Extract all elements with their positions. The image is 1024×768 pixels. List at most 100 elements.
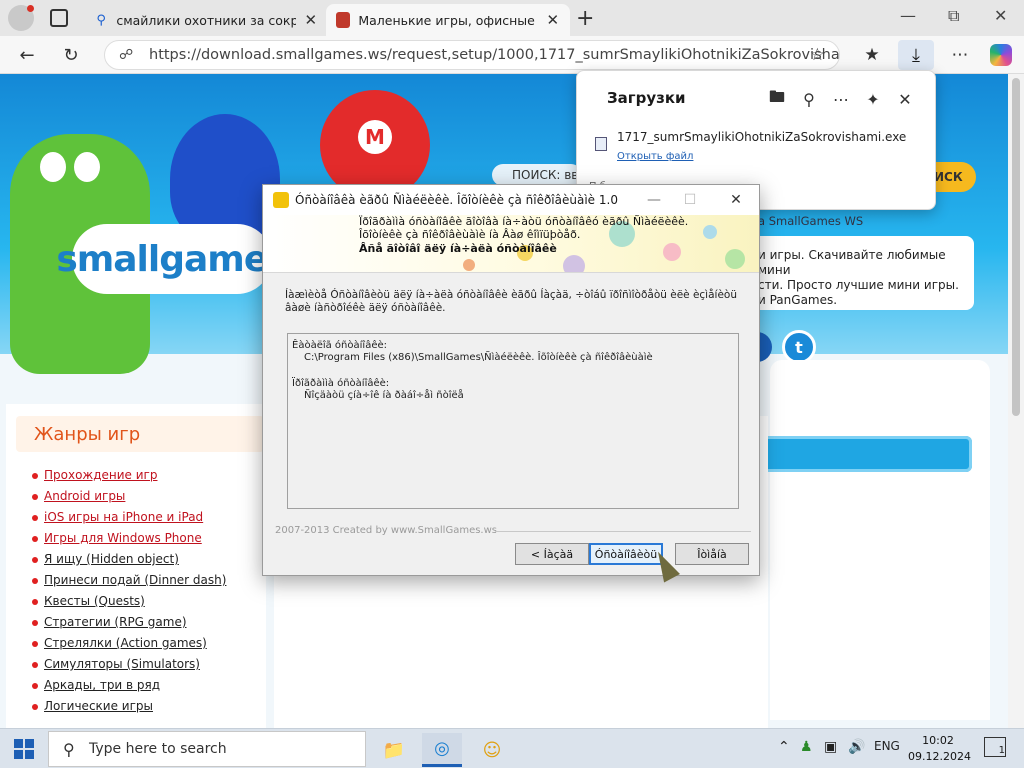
genres-heading: Жанры игр (16, 416, 264, 452)
info-line: и игры. Скачивайте любимые мини (758, 248, 946, 277)
edge-browser-icon[interactable]: ◎ (422, 733, 462, 767)
more-icon[interactable]: ⋯ (831, 89, 851, 109)
tab-title: Маленькие игры, офисные игры (358, 12, 537, 28)
cancel-button[interactable]: Îòìåíà (675, 543, 749, 565)
downloads-title: Загрузки (607, 89, 686, 107)
genre-link[interactable]: Квесты (Quests) (30, 594, 226, 615)
address-toolbar: ← ↻ ☍ https://download.smallgames.ws/req… (0, 36, 1024, 74)
tasks-label: Ïðîãðàììà óñòàíîâêè: (292, 378, 390, 389)
install-folder-value: C:\Program Files (x86)\SmallGames\Ñìàéëè… (304, 352, 653, 363)
site-name-text: а SmallGames WS (758, 214, 864, 228)
download-file-name[interactable]: 1717_sumrSmaylikiOhotnikiZaSokrovishami.… (617, 130, 906, 144)
site-favicon-icon (336, 12, 351, 28)
installer-dialog: Óñòàíîâêà èãðû Ñìàéëèêè. Îõîòíèêè çà ñîê… (262, 184, 760, 576)
genre-link[interactable]: Принеси подай (Dinner dash) (30, 573, 226, 594)
chevron-up-icon[interactable]: ⌃ (778, 739, 790, 755)
tab-title: смайлики охотники за сокровища (116, 12, 296, 28)
genre-link[interactable]: Симуляторы (Simulators) (30, 657, 226, 678)
genre-link[interactable]: Я ищу (Hidden object) (30, 552, 226, 573)
search-icon: ⚲ (96, 12, 106, 28)
language-indicator[interactable]: ENG (874, 739, 900, 753)
back-button[interactable]: < Íàçàä (515, 543, 589, 565)
file-icon (595, 137, 607, 151)
close-window-icon[interactable]: ✕ (994, 6, 1007, 25)
header-line: Ïðîãðàììà óñòàíîâêè ãîòîâà íà÷àòü óñòàíî… (359, 215, 689, 228)
tasks-value: Ñîçäàòü çíà÷îê íà ðàáî÷åì ñòîëå (304, 390, 464, 401)
taskbar-search[interactable]: ⚲ Type here to search (48, 731, 366, 767)
clock-time: 10:02 (922, 734, 954, 747)
file-explorer-icon[interactable]: 📁 (374, 733, 414, 767)
dialog-titlebar[interactable]: Óñòàíîâêà èãðû Ñìàéëèêè. Îõîòíèêè çà ñîê… (263, 185, 759, 215)
site-description: и игры. Скачивайте любимые мини сти. Про… (752, 236, 974, 310)
tab-actions-icon[interactable] (50, 9, 68, 27)
network-icon[interactable]: ▣ (824, 739, 837, 755)
genre-link[interactable]: Прохождение игр (30, 468, 226, 489)
back-icon[interactable]: ← (16, 44, 38, 66)
genre-link[interactable]: Аркады, три в ряд (30, 678, 226, 699)
refresh-icon[interactable]: ↻ (60, 44, 82, 66)
site-logo[interactable]: smallgames (56, 224, 289, 294)
new-tab-icon[interactable]: + (576, 6, 594, 31)
favorites-icon[interactable]: ★ (860, 44, 884, 66)
genre-link[interactable]: Стрелялки (Action games) (30, 636, 226, 657)
site-info-icon[interactable]: ☍ (119, 47, 133, 63)
tab-search[interactable]: ⚲ смайлики охотники за сокровища ✕ (84, 4, 328, 36)
start-button[interactable] (14, 739, 34, 759)
installer-taskbar-icon[interactable]: ☺ (472, 733, 512, 767)
open-file-link[interactable]: Открыть файл (617, 151, 693, 162)
header-line: Îõîòíèêè çà ñîêðîâèùàìè íà Âàø êîìïüþòåð… (359, 228, 581, 241)
downloads-button[interactable]: ⤓ (898, 40, 934, 70)
maximize-icon: ☐ (683, 192, 697, 208)
pin-icon[interactable]: ✦ (863, 89, 883, 109)
scrollbar-thumb[interactable] (1012, 78, 1020, 416)
taskbar: ⚲ Type here to search 📁 ◎ ☺ ⌃ ♟ ▣ 🔊 ENG … (0, 728, 1024, 768)
profile-avatar[interactable] (8, 5, 34, 31)
notification-icon[interactable]: 1 (984, 737, 1006, 757)
wizard-footer: 2007-2013 Created by www.SmallGames.ws (275, 525, 498, 536)
download-icon: ⤓ (912, 44, 920, 66)
search-icon[interactable]: ⚲ (799, 89, 819, 109)
restore-icon[interactable]: ⧉ (948, 6, 959, 26)
tab-strip: ⚲ смайлики охотники за сокровища ✕ Мален… (0, 0, 1024, 36)
genre-list: Прохождение игр Android игры iOS игры на… (30, 468, 226, 720)
blue-banner (750, 436, 972, 472)
info-line: сти. Просто лучшие мини игры. (758, 278, 959, 292)
minimize-icon[interactable]: — (643, 189, 665, 211)
summary-memo[interactable]: Êàòàëîã óñòàíîâêè: C:\Program Files (x86… (287, 333, 739, 509)
install-folder-label: Êàòàëîã óñòàíîâêè: (292, 340, 387, 351)
right-panel (770, 360, 990, 720)
close-tab-icon[interactable]: ✕ (546, 11, 560, 29)
address-bar[interactable]: ☍ https://download.smallgames.ws/request… (104, 40, 840, 70)
folder-icon[interactable]: 🖿 (767, 87, 787, 109)
copilot-icon[interactable] (990, 44, 1012, 66)
url-text: https://download.smallgames.ws/request,s… (149, 47, 840, 63)
page-scrollbar[interactable] (1008, 74, 1024, 728)
search-icon: ⚲ (63, 740, 75, 759)
volume-icon[interactable]: 🔊 (848, 739, 865, 755)
close-icon[interactable]: ✕ (725, 189, 747, 211)
more-menu-icon[interactable]: ⋯ (948, 44, 972, 66)
header-heading: Âñå ãîòîâî äëÿ íà÷àëà óñòàíîâêè (359, 242, 557, 255)
wizard-header: Ïðîãðàììà óñòàíîâêè ãîòîâà íà÷àòü óñòàíî… (263, 215, 759, 273)
tab-smallgames[interactable]: Маленькие игры, офисные игры ✕ (326, 4, 570, 36)
twitter-icon[interactable]: t (782, 330, 816, 364)
info-line: и PanGames. (758, 293, 838, 307)
favorite-star-icon[interactable]: ☆ (810, 45, 825, 65)
close-icon[interactable]: ✕ (895, 89, 915, 109)
search-input[interactable]: ПОИСК: вв (492, 164, 582, 186)
clock[interactable]: 10:02 09.12.2024 (908, 733, 971, 765)
genre-link[interactable]: Логические игры (30, 699, 226, 720)
genre-link[interactable]: Игры для Windows Phone (30, 531, 226, 552)
genre-link[interactable]: Стратегии (RPG game) (30, 615, 226, 636)
dialog-title: Óñòàíîâêà èãðû Ñìàéëèêè. Îõîòíèêè çà ñîê… (295, 193, 618, 207)
taskbar-search-placeholder: Type here to search (89, 741, 227, 757)
user-network-icon[interactable]: ♟ (800, 739, 813, 755)
minimize-icon[interactable]: — (900, 6, 916, 25)
notification-count: 1 (998, 745, 1005, 756)
footer-divider (495, 531, 751, 532)
search-button[interactable]: ИСК (930, 162, 976, 192)
genre-link[interactable]: Android игры (30, 489, 226, 510)
close-tab-icon[interactable]: ✕ (304, 11, 318, 29)
intro-text: Íàæìèòå Óñòàíîâèòü äëÿ íà÷àëà óñòàíîâêè … (285, 289, 737, 314)
genre-link[interactable]: iOS игры на iPhone и iPad (30, 510, 226, 531)
